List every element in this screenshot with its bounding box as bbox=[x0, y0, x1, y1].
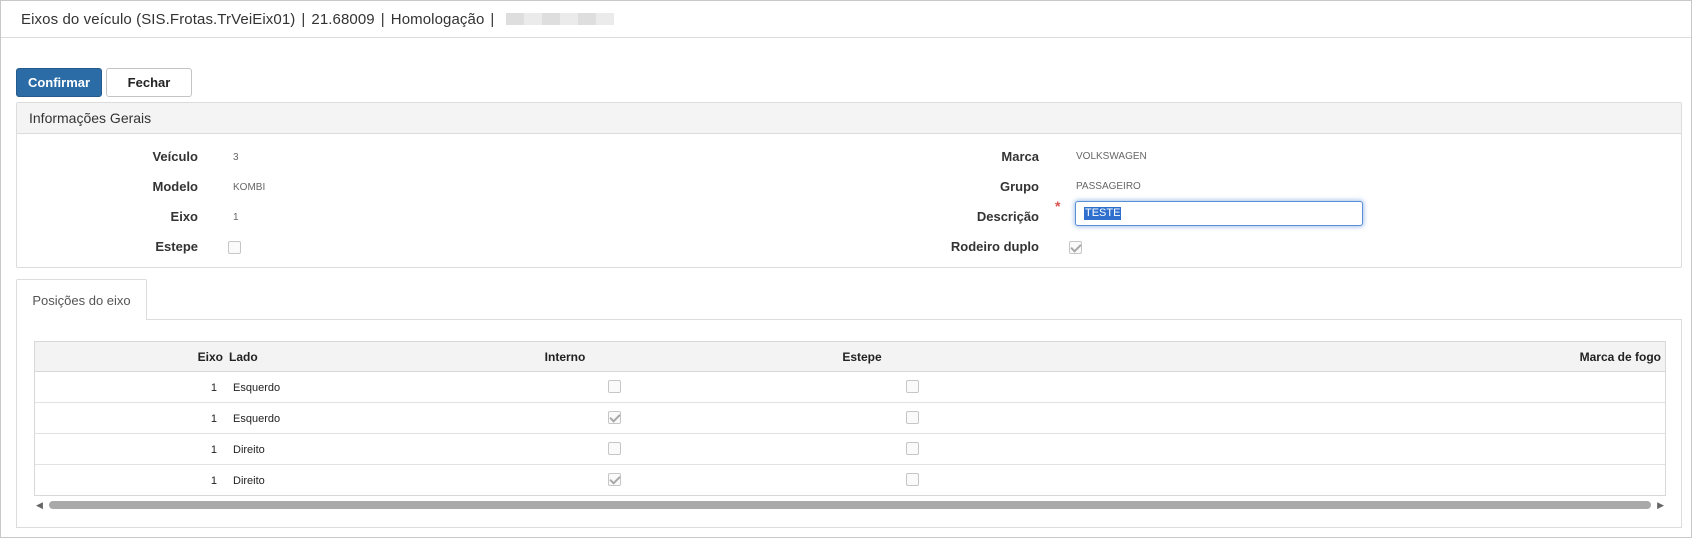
version-label: 21.68009 bbox=[311, 10, 375, 28]
cell-lado: Esquerdo bbox=[233, 382, 281, 394]
panel-title: Informações Gerais bbox=[17, 103, 1681, 134]
tab-posicoes-do-eixo[interactable]: Posições do eixo bbox=[16, 279, 147, 320]
close-button[interactable]: Fechar bbox=[106, 68, 192, 97]
cell-estepe-checkbox[interactable] bbox=[906, 411, 919, 424]
cell-estepe-checkbox[interactable] bbox=[906, 473, 919, 486]
cell-lado: Esquerdo bbox=[233, 413, 281, 425]
confirm-button[interactable]: Confirmar bbox=[16, 68, 102, 97]
descricao-label: Descrição bbox=[976, 209, 1039, 224]
col-header-lado[interactable]: Lado bbox=[229, 350, 258, 364]
required-marker: * bbox=[1055, 198, 1061, 214]
rodeiro-duplo-checkbox[interactable] bbox=[1069, 241, 1082, 254]
dialog-window: Eixos do veículo (SIS.Frotas.TrVeiEix01)… bbox=[0, 0, 1692, 538]
scroll-left-arrow-icon[interactable]: ◀ bbox=[36, 500, 43, 511]
veiculo-label: Veículo bbox=[152, 149, 198, 164]
title-bar: Eixos do veículo (SIS.Frotas.TrVeiEix01)… bbox=[1, 1, 1691, 38]
positions-grid: Eixo Lado Interno Estepe Marca de fogo 1… bbox=[34, 341, 1666, 496]
veiculo-value: 3 bbox=[233, 152, 239, 163]
scrollbar-thumb[interactable] bbox=[49, 501, 1651, 509]
modelo-value: KOMBI bbox=[233, 182, 266, 193]
cell-interno-checkbox[interactable] bbox=[608, 380, 621, 393]
estepe-checkbox[interactable] bbox=[228, 241, 241, 254]
table-row[interactable]: 1 Direito bbox=[35, 465, 1665, 496]
cell-interno-checkbox[interactable] bbox=[608, 442, 621, 455]
cell-eixo: 1 bbox=[210, 382, 217, 394]
marca-value: VOLKSWAGEN bbox=[1076, 151, 1147, 162]
col-header-interno[interactable]: Interno bbox=[535, 350, 595, 364]
cell-interno-checkbox[interactable] bbox=[608, 411, 621, 424]
general-info-panel: Informações Gerais bbox=[16, 102, 1682, 268]
environment-label: Homologação bbox=[390, 10, 485, 28]
col-header-eixo[interactable]: Eixo bbox=[175, 350, 223, 364]
cell-estepe-checkbox[interactable] bbox=[906, 380, 919, 393]
cell-eixo: 1 bbox=[210, 413, 217, 425]
tab-content: Eixo Lado Interno Estepe Marca de fogo 1… bbox=[16, 319, 1682, 528]
redacted-user-info bbox=[506, 13, 615, 25]
cell-eixo: 1 bbox=[210, 475, 217, 487]
grupo-value: PASSAGEIRO bbox=[1076, 181, 1141, 192]
cell-estepe-checkbox[interactable] bbox=[906, 442, 919, 455]
grid-header: Eixo Lado Interno Estepe Marca de fogo bbox=[35, 342, 1665, 372]
cell-lado: Direito bbox=[233, 444, 265, 456]
col-header-estepe[interactable]: Estepe bbox=[832, 350, 892, 364]
rodeiro-duplo-label: Rodeiro duplo bbox=[950, 239, 1039, 254]
scroll-right-arrow-icon[interactable]: ▶ bbox=[1657, 500, 1664, 511]
table-row[interactable]: 1 Esquerdo bbox=[35, 372, 1665, 403]
estepe-label: Estepe bbox=[155, 239, 198, 254]
col-header-marca-de-fogo[interactable]: Marca de fogo bbox=[1515, 350, 1661, 364]
cell-lado: Direito bbox=[233, 475, 265, 487]
window-title: Eixos do veículo (SIS.Frotas.TrVeiEix01) bbox=[21, 10, 296, 28]
marca-label: Marca bbox=[1001, 149, 1039, 164]
descricao-input-value: TESTE bbox=[1084, 207, 1122, 220]
table-row[interactable]: 1 Direito bbox=[35, 434, 1665, 465]
table-row[interactable]: 1 Esquerdo bbox=[35, 403, 1665, 434]
cell-interno-checkbox[interactable] bbox=[608, 473, 621, 486]
eixo-label: Eixo bbox=[170, 209, 198, 224]
horizontal-scrollbar[interactable]: ◀ ▶ bbox=[34, 499, 1666, 511]
modelo-label: Modelo bbox=[152, 179, 199, 194]
descricao-input[interactable]: TESTE bbox=[1075, 201, 1363, 226]
eixo-value: 1 bbox=[233, 212, 239, 223]
cell-eixo: 1 bbox=[210, 444, 217, 456]
grupo-label: Grupo bbox=[1000, 179, 1039, 194]
